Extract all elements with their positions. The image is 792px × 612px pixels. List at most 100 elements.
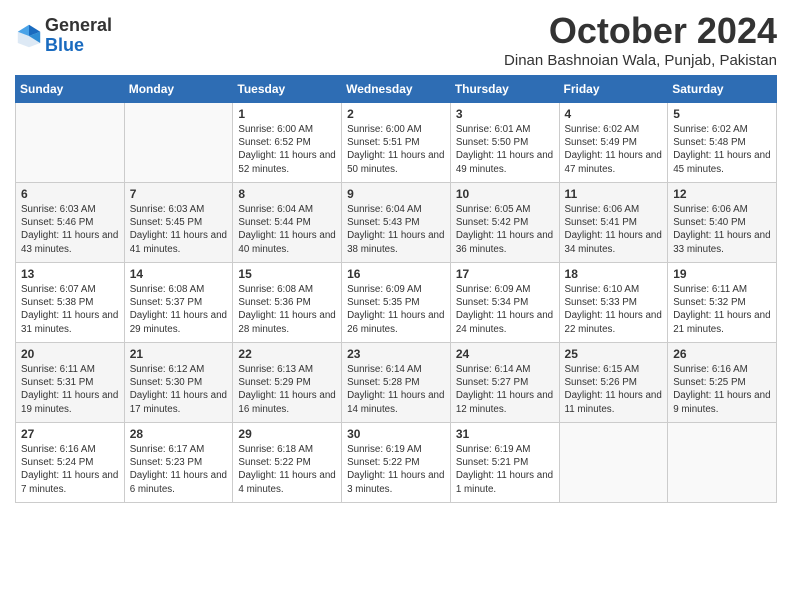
calendar-cell: 7Sunrise: 6:03 AM Sunset: 5:45 PM Daylig… xyxy=(124,183,233,263)
week-row-3: 13 Sunrise: 6:07 AM Sunset: 5:38 PM Dayli… xyxy=(16,263,777,343)
day-info: Sunrise: 6:16 AM Sunset: 5:25 PM Dayligh… xyxy=(673,363,771,416)
day-number: 22 xyxy=(238,347,336,361)
calendar-cell: 30 Sunrise: 6:19 AM Sunset: 5:22 PM Dayli… xyxy=(342,423,451,503)
day-number: 5 xyxy=(673,107,771,121)
week-row-4: 20Sunrise: 6:11 AM Sunset: 5:31 PM Dayli… xyxy=(16,343,777,423)
calendar-cell: 10 Sunrise: 6:05 AM Sunset: 5:42 PM Dayli… xyxy=(450,183,559,263)
calendar-cell: 9Sunrise: 6:04 AM Sunset: 5:43 PM Daylig… xyxy=(342,183,451,263)
day-number: 2 xyxy=(347,107,445,121)
day-number: 27 xyxy=(21,427,119,441)
logo-icon xyxy=(15,22,43,50)
calendar-cell: 21 Sunrise: 6:12 AM Sunset: 5:30 PM Dayli… xyxy=(124,343,233,423)
calendar-cell: 24Sunrise: 6:14 AM Sunset: 5:27 PM Dayli… xyxy=(450,343,559,423)
title-block: October 2024 Dinan Bashnoian Wala, Punja… xyxy=(504,10,777,69)
day-info: Sunrise: 6:18 AM Sunset: 5:22 PM Dayligh… xyxy=(238,443,336,496)
weekday-header-friday: Friday xyxy=(559,76,668,103)
calendar-cell: 3 Sunrise: 6:01 AM Sunset: 5:50 PM Daylig… xyxy=(450,103,559,183)
weekday-header-saturday: Saturday xyxy=(668,76,777,103)
day-info: Sunrise: 6:05 AM Sunset: 5:42 PM Dayligh… xyxy=(456,203,554,256)
calendar-cell xyxy=(16,103,125,183)
day-number: 21 xyxy=(130,347,228,361)
week-row-5: 27 Sunrise: 6:16 AM Sunset: 5:24 PM Dayli… xyxy=(16,423,777,503)
calendar-cell: 19 Sunrise: 6:11 AM Sunset: 5:32 PM Dayli… xyxy=(668,263,777,343)
calendar-cell: 17Sunrise: 6:09 AM Sunset: 5:34 PM Dayli… xyxy=(450,263,559,343)
calendar-cell: 13 Sunrise: 6:07 AM Sunset: 5:38 PM Dayli… xyxy=(16,263,125,343)
day-number: 14 xyxy=(130,267,228,281)
day-info: Sunrise: 6:14 AM Sunset: 5:28 PM Dayligh… xyxy=(347,363,445,416)
day-number: 23 xyxy=(347,347,445,361)
location-subtitle: Dinan Bashnoian Wala, Punjab, Pakistan xyxy=(504,52,777,69)
day-info: Sunrise: 6:07 AM Sunset: 5:38 PM Dayligh… xyxy=(21,283,119,336)
day-number: 11 xyxy=(565,187,663,201)
weekday-header-wednesday: Wednesday xyxy=(342,76,451,103)
calendar-cell: 15 Sunrise: 6:08 AM Sunset: 5:36 PM Dayli… xyxy=(233,263,342,343)
day-info: Sunrise: 6:08 AM Sunset: 5:36 PM Dayligh… xyxy=(238,283,336,336)
calendar-cell: 2 Sunrise: 6:00 AM Sunset: 5:51 PM Daylig… xyxy=(342,103,451,183)
day-info: Sunrise: 6:12 AM Sunset: 5:30 PM Dayligh… xyxy=(130,363,228,416)
calendar-cell: 8Sunrise: 6:04 AM Sunset: 5:44 PM Daylig… xyxy=(233,183,342,263)
day-number: 12 xyxy=(673,187,771,201)
calendar-cell: 18 Sunrise: 6:10 AM Sunset: 5:33 PM Dayli… xyxy=(559,263,668,343)
day-number: 28 xyxy=(130,427,228,441)
day-number: 3 xyxy=(456,107,554,121)
day-number: 18 xyxy=(565,267,663,281)
day-info: Sunrise: 6:08 AM Sunset: 5:37 PM Dayligh… xyxy=(130,283,228,336)
day-info: Sunrise: 6:02 AM Sunset: 5:48 PM Dayligh… xyxy=(673,123,771,176)
calendar-cell: 16 Sunrise: 6:09 AM Sunset: 5:35 PM Dayli… xyxy=(342,263,451,343)
calendar-cell: 12 Sunrise: 6:06 AM Sunset: 5:40 PM Dayli… xyxy=(668,183,777,263)
week-row-1: 1 Sunrise: 6:00 AM Sunset: 6:52 PM Daylig… xyxy=(16,103,777,183)
weekday-header-thursday: Thursday xyxy=(450,76,559,103)
day-info: Sunrise: 6:19 AM Sunset: 5:22 PM Dayligh… xyxy=(347,443,445,496)
day-info: Sunrise: 6:09 AM Sunset: 5:35 PM Dayligh… xyxy=(347,283,445,336)
calendar-cell: 31 Sunrise: 6:19 AM Sunset: 5:21 PM Dayli… xyxy=(450,423,559,503)
calendar-cell xyxy=(124,103,233,183)
calendar-cell: 23 Sunrise: 6:14 AM Sunset: 5:28 PM Dayli… xyxy=(342,343,451,423)
day-number: 15 xyxy=(238,267,336,281)
month-title: October 2024 xyxy=(504,10,777,52)
day-number: 30 xyxy=(347,427,445,441)
day-info: Sunrise: 6:13 AM Sunset: 5:29 PM Dayligh… xyxy=(238,363,336,416)
calendar-table: SundayMondayTuesdayWednesdayThursdayFrid… xyxy=(15,75,777,503)
day-info: Sunrise: 6:19 AM Sunset: 5:21 PM Dayligh… xyxy=(456,443,554,496)
page-header: General Blue October 2024 Dinan Bashnoia… xyxy=(15,10,777,69)
calendar-cell: 22 Sunrise: 6:13 AM Sunset: 5:29 PM Dayli… xyxy=(233,343,342,423)
calendar-cell: 25Sunrise: 6:15 AM Sunset: 5:26 PM Dayli… xyxy=(559,343,668,423)
day-number: 10 xyxy=(456,187,554,201)
calendar-cell: 11Sunrise: 6:06 AM Sunset: 5:41 PM Dayli… xyxy=(559,183,668,263)
day-info: Sunrise: 6:00 AM Sunset: 5:51 PM Dayligh… xyxy=(347,123,445,176)
day-number: 1 xyxy=(238,107,336,121)
calendar-cell: 28 Sunrise: 6:17 AM Sunset: 5:23 PM Dayli… xyxy=(124,423,233,503)
day-number: 26 xyxy=(673,347,771,361)
day-number: 4 xyxy=(565,107,663,121)
day-number: 20 xyxy=(21,347,119,361)
week-row-2: 6Sunrise: 6:03 AM Sunset: 5:46 PM Daylig… xyxy=(16,183,777,263)
calendar-cell: 20Sunrise: 6:11 AM Sunset: 5:31 PM Dayli… xyxy=(16,343,125,423)
weekday-header-tuesday: Tuesday xyxy=(233,76,342,103)
weekday-header-sunday: Sunday xyxy=(16,76,125,103)
day-info: Sunrise: 6:01 AM Sunset: 5:50 PM Dayligh… xyxy=(456,123,554,176)
day-info: Sunrise: 6:03 AM Sunset: 5:45 PM Dayligh… xyxy=(130,203,228,256)
day-info: Sunrise: 6:02 AM Sunset: 5:49 PM Dayligh… xyxy=(565,123,663,176)
day-info: Sunrise: 6:10 AM Sunset: 5:33 PM Dayligh… xyxy=(565,283,663,336)
calendar-cell: 4 Sunrise: 6:02 AM Sunset: 5:49 PM Daylig… xyxy=(559,103,668,183)
day-info: Sunrise: 6:16 AM Sunset: 5:24 PM Dayligh… xyxy=(21,443,119,496)
calendar-cell: 5 Sunrise: 6:02 AM Sunset: 5:48 PM Daylig… xyxy=(668,103,777,183)
day-info: Sunrise: 6:17 AM Sunset: 5:23 PM Dayligh… xyxy=(130,443,228,496)
day-info: Sunrise: 6:14 AM Sunset: 5:27 PM Dayligh… xyxy=(456,363,554,416)
day-number: 29 xyxy=(238,427,336,441)
day-info: Sunrise: 6:00 AM Sunset: 6:52 PM Dayligh… xyxy=(238,123,336,176)
day-number: 16 xyxy=(347,267,445,281)
day-number: 25 xyxy=(565,347,663,361)
day-number: 31 xyxy=(456,427,554,441)
calendar-cell xyxy=(668,423,777,503)
day-info: Sunrise: 6:11 AM Sunset: 5:32 PM Dayligh… xyxy=(673,283,771,336)
day-info: Sunrise: 6:03 AM Sunset: 5:46 PM Dayligh… xyxy=(21,203,119,256)
calendar-cell: 29 Sunrise: 6:18 AM Sunset: 5:22 PM Dayli… xyxy=(233,423,342,503)
day-number: 17 xyxy=(456,267,554,281)
day-info: Sunrise: 6:06 AM Sunset: 5:40 PM Dayligh… xyxy=(673,203,771,256)
logo-general-text: General xyxy=(45,15,112,35)
calendar-cell: 26 Sunrise: 6:16 AM Sunset: 5:25 PM Dayli… xyxy=(668,343,777,423)
calendar-cell: 6Sunrise: 6:03 AM Sunset: 5:46 PM Daylig… xyxy=(16,183,125,263)
day-number: 13 xyxy=(21,267,119,281)
day-number: 19 xyxy=(673,267,771,281)
